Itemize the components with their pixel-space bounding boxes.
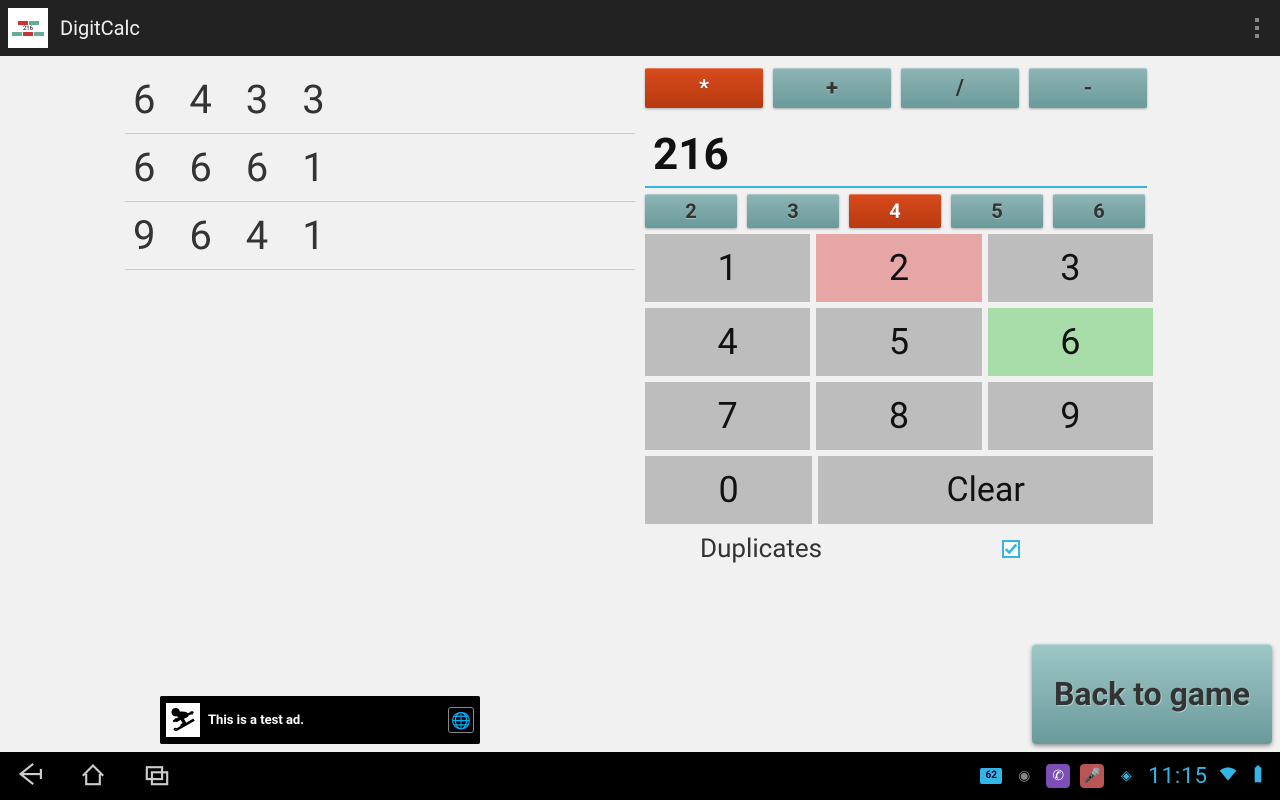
key-5[interactable]: 5 bbox=[816, 308, 981, 376]
keypad: 1 2 3 4 5 6 7 8 9 0 Clear bbox=[645, 234, 1153, 530]
digit-count-tabs: 2 3 4 5 6 bbox=[645, 194, 1145, 228]
status-icon: ◉ bbox=[1012, 764, 1036, 788]
key-6[interactable]: 6 bbox=[988, 308, 1153, 376]
op-plus-button[interactable]: + bbox=[773, 68, 891, 108]
op-minus-button[interactable]: - bbox=[1029, 68, 1147, 108]
history-row: 6 6 6 1 bbox=[125, 134, 635, 202]
duplicates-row: Duplicates bbox=[700, 534, 1020, 564]
back-to-game-button[interactable]: Back to game bbox=[1032, 644, 1272, 744]
tab-2[interactable]: 2 bbox=[645, 194, 737, 228]
key-3[interactable]: 3 bbox=[988, 234, 1153, 302]
status-area: 62 ◉ ✆ 🎤 ◈ 11:15 bbox=[980, 764, 1268, 789]
clock: 11:15 bbox=[1148, 764, 1208, 789]
op-multiply-button[interactable]: * bbox=[645, 68, 763, 108]
ad-text: This is a test ad. bbox=[208, 713, 304, 728]
ad-icon: ⛷ bbox=[166, 703, 200, 737]
duplicates-label: Duplicates bbox=[700, 534, 822, 564]
key-1[interactable]: 1 bbox=[645, 234, 810, 302]
recent-apps-icon[interactable] bbox=[140, 757, 174, 795]
main-content: 6 4 3 3 6 6 6 1 9 6 4 1 * + / - 216 2 3 … bbox=[0, 56, 1280, 752]
key-4[interactable]: 4 bbox=[645, 308, 810, 376]
app-title: DigitCalc bbox=[60, 16, 140, 40]
overflow-menu-icon[interactable] bbox=[1242, 8, 1272, 48]
history-row: 6 4 3 3 bbox=[125, 66, 635, 134]
display-field: 216 bbox=[645, 124, 1147, 188]
back-icon[interactable] bbox=[12, 757, 46, 795]
wifi-icon bbox=[1218, 764, 1238, 788]
key-0[interactable]: 0 bbox=[645, 456, 812, 524]
tab-6[interactable]: 6 bbox=[1053, 194, 1145, 228]
key-7[interactable]: 7 bbox=[645, 382, 810, 450]
app-status-icon: ◈ bbox=[1114, 764, 1138, 788]
tab-5[interactable]: 5 bbox=[951, 194, 1043, 228]
app-icon: 216 bbox=[8, 8, 48, 48]
key-clear[interactable]: Clear bbox=[818, 456, 1153, 524]
operator-row: * + / - bbox=[645, 68, 1147, 108]
history-row: 9 6 4 1 bbox=[125, 202, 635, 270]
home-icon[interactable] bbox=[76, 757, 110, 795]
globe-icon[interactable]: 🌐 bbox=[448, 707, 474, 733]
history-list: 6 4 3 3 6 6 6 1 9 6 4 1 bbox=[125, 66, 635, 270]
key-8[interactable]: 8 bbox=[816, 382, 981, 450]
tab-4[interactable]: 4 bbox=[849, 194, 941, 228]
battery-pct-badge: 62 bbox=[980, 768, 1002, 784]
duplicates-checkbox[interactable] bbox=[1002, 540, 1020, 558]
viber-icon: ✆ bbox=[1046, 764, 1070, 788]
system-nav-bar: 62 ◉ ✆ 🎤 ◈ 11:15 bbox=[0, 752, 1280, 800]
notification-icon: 🎤 bbox=[1080, 764, 1104, 788]
key-2[interactable]: 2 bbox=[816, 234, 981, 302]
battery-icon bbox=[1248, 764, 1268, 788]
tab-3[interactable]: 3 bbox=[747, 194, 839, 228]
display-value: 216 bbox=[653, 128, 1139, 180]
action-bar: 216 DigitCalc bbox=[0, 0, 1280, 56]
key-9[interactable]: 9 bbox=[988, 382, 1153, 450]
ad-banner[interactable]: ⛷ This is a test ad. 🌐 bbox=[160, 696, 480, 744]
op-divide-button[interactable]: / bbox=[901, 68, 1019, 108]
